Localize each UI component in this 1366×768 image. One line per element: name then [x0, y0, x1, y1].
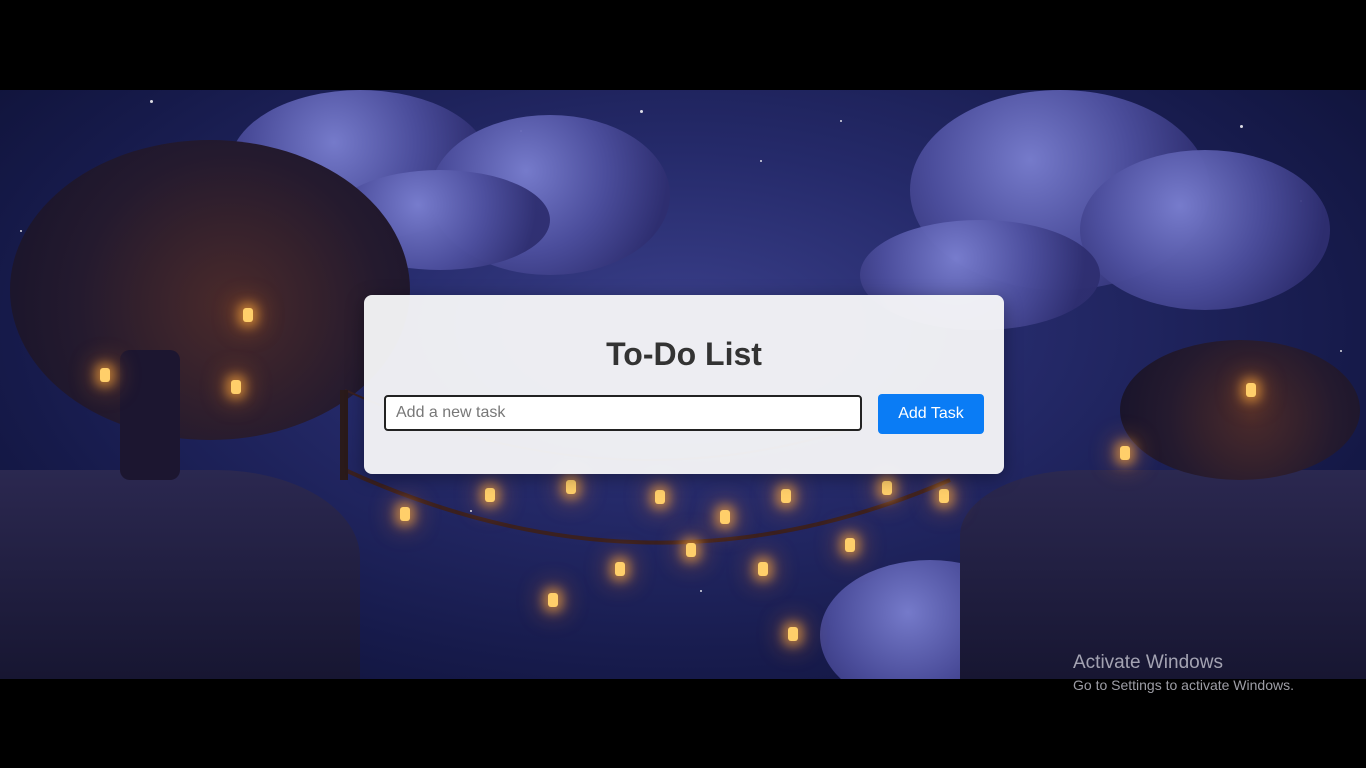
lantern	[100, 368, 110, 382]
lantern	[548, 593, 558, 607]
new-task-input[interactable]	[384, 395, 862, 431]
todo-card: To-Do List Add Task	[364, 295, 1004, 474]
lantern	[615, 562, 625, 576]
lantern	[566, 480, 576, 494]
letterbox-top	[0, 0, 1366, 90]
lantern	[781, 489, 791, 503]
lantern	[845, 538, 855, 552]
lantern	[243, 308, 253, 322]
watermark-subtitle: Go to Settings to activate Windows.	[1073, 677, 1294, 693]
lantern	[686, 543, 696, 557]
lantern	[485, 488, 495, 502]
lantern	[1120, 446, 1130, 460]
page-title: To-Do List	[606, 336, 762, 372]
windows-activation-watermark: Activate Windows Go to Settings to activ…	[1073, 652, 1294, 694]
lantern	[788, 627, 798, 641]
lantern	[400, 507, 410, 521]
lantern	[758, 562, 768, 576]
lantern	[939, 489, 949, 503]
lantern	[655, 490, 665, 504]
lantern	[720, 510, 730, 524]
lantern	[1246, 383, 1256, 397]
lantern	[231, 380, 241, 394]
add-task-button[interactable]: Add Task	[878, 394, 984, 434]
watermark-title: Activate Windows	[1073, 652, 1223, 673]
lantern	[882, 481, 892, 495]
